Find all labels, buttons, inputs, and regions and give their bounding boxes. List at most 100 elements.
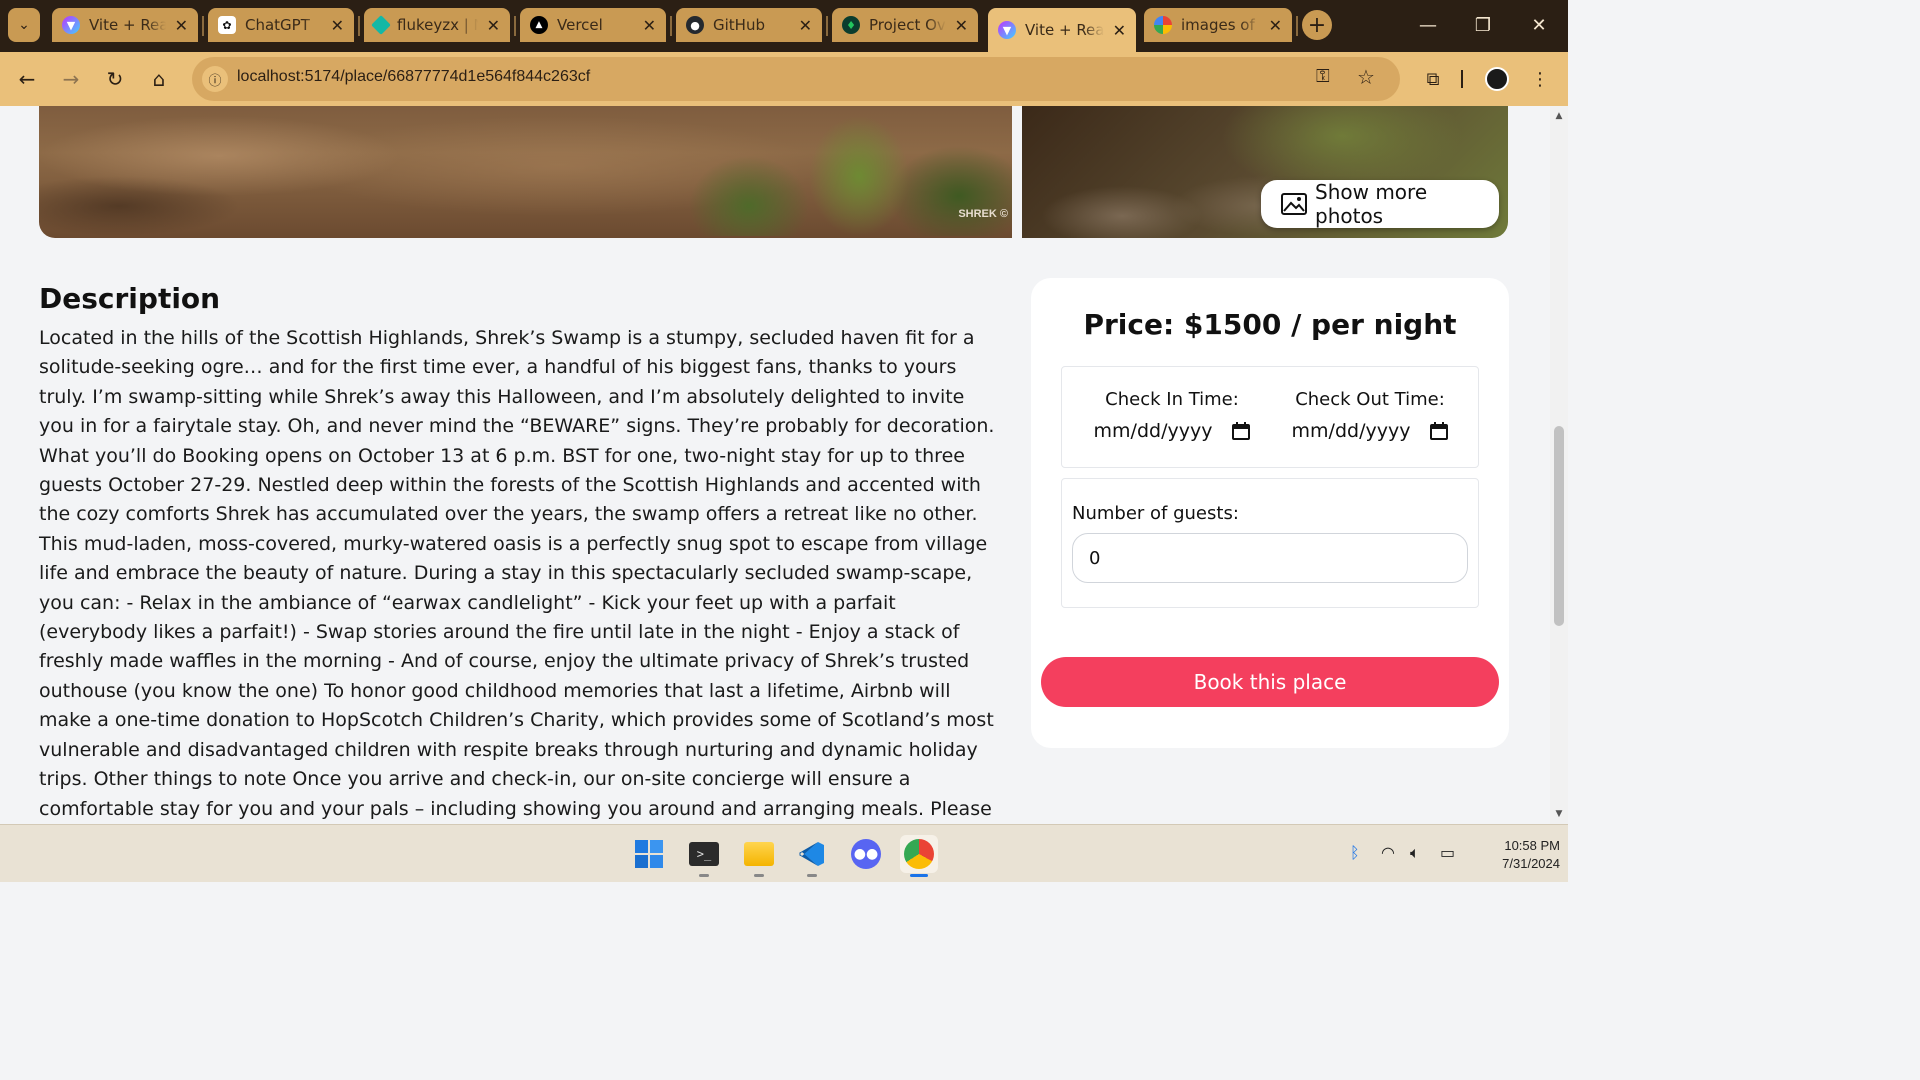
tab-vite-react-1[interactable]: ▼ Vite + React ✕ [52, 8, 198, 42]
google-icon [1154, 16, 1172, 34]
tab-title: Vite + React [89, 16, 166, 34]
tab-title: flukeyzx | N [397, 16, 478, 34]
restore-icon: ❐ [1474, 14, 1492, 36]
site-info-icon[interactable]: ⓘ [202, 66, 228, 92]
chevron-down-icon: ⌄ [18, 17, 30, 33]
tab-separator [202, 16, 204, 36]
folder-icon [744, 842, 774, 866]
clock-time: 10:58 PM [1504, 838, 1560, 853]
bluetooth-icon[interactable]: ᛒ [1350, 843, 1360, 862]
close-icon[interactable]: ✕ [175, 16, 188, 35]
scroll-up-icon[interactable]: ▲ [1550, 108, 1568, 124]
github-icon: ● [686, 16, 704, 34]
tab-chatgpt[interactable]: ✿ ChatGPT ✕ [208, 8, 354, 42]
windows-start-icon [635, 840, 663, 868]
check-in-label: Check In Time: [1105, 389, 1239, 410]
url-text[interactable]: localhost:5174/place/66877774d1e564f844c… [237, 68, 590, 86]
guests-label: Number of guests: [1072, 503, 1239, 524]
guests-input[interactable] [1072, 533, 1468, 583]
tab-project-overview[interactable]: ♦ Project Ov ✕ [832, 8, 978, 42]
reload-button[interactable]: ↻ [98, 62, 132, 96]
back-button[interactable]: ← [10, 62, 44, 96]
price-label: Price: $1500 / per night [1083, 308, 1457, 341]
wifi-icon[interactable]: ◠ [1381, 843, 1395, 862]
page-scrollbar[interactable]: ▲ ▼ [1550, 106, 1568, 824]
check-out-placeholder: mm/dd/yyyy [1291, 420, 1411, 442]
system-clock[interactable]: 10:58 PM 7/31/2024 [1470, 837, 1560, 873]
close-icon[interactable]: ✕ [487, 16, 500, 35]
tab-search-button[interactable]: ⌄ [8, 8, 40, 42]
chrome-icon [904, 839, 934, 869]
show-more-label: Show more photos [1315, 180, 1428, 228]
taskbar-terminal[interactable]: >_ [685, 835, 723, 877]
menu-button[interactable]: ⋮ [1530, 64, 1550, 94]
terminal-icon: >_ [689, 842, 719, 866]
reload-icon: ↻ [106, 67, 124, 91]
start-button[interactable] [630, 835, 668, 873]
scroll-down-icon[interactable]: ▼ [1550, 806, 1568, 822]
browser-tab-strip: ⌄ ▼ Vite + React ✕ ✿ ChatGPT ✕ flukeyzx … [0, 0, 1568, 52]
close-icon[interactable]: ✕ [643, 16, 656, 35]
close-icon[interactable]: ✕ [955, 16, 968, 35]
check-in-field[interactable]: Check In Time: mm/dd/yyyy [1072, 389, 1272, 442]
calendar-icon[interactable] [1232, 422, 1251, 440]
scroll-thumb[interactable] [1554, 426, 1564, 626]
tab-separator [670, 16, 672, 36]
dates-box: Check In Time: mm/dd/yyyy Check Out Time… [1061, 366, 1479, 468]
close-icon[interactable]: ✕ [799, 16, 812, 35]
check-out-input[interactable]: mm/dd/yyyy [1270, 420, 1470, 442]
home-button[interactable]: ⌂ [142, 62, 176, 96]
running-indicator [807, 874, 817, 877]
check-out-label: Check Out Time: [1295, 389, 1445, 410]
taskbar-vscode[interactable] [793, 835, 831, 877]
show-more-photos-button[interactable]: Show more photos [1261, 180, 1499, 228]
book-this-place-button[interactable]: Book this place [1041, 657, 1499, 707]
tab-github[interactable]: ● GitHub ✕ [676, 8, 822, 42]
place-photo-main[interactable]: SHREK © [39, 106, 1012, 238]
taskbar-chrome[interactable] [900, 835, 938, 877]
mongodb-icon: ♦ [842, 16, 860, 34]
extensions-button[interactable]: ⧉ [1420, 64, 1446, 94]
key-icon[interactable]: ⚿ [1316, 66, 1330, 87]
home-icon: ⌂ [152, 67, 166, 91]
tab-title: images of [1181, 16, 1255, 34]
close-window-button[interactable]: ✕ [1519, 10, 1559, 40]
puzzle-icon: ⧉ [1426, 68, 1440, 90]
profile-avatar[interactable] [1484, 64, 1510, 94]
check-out-field[interactable]: Check Out Time: mm/dd/yyyy [1270, 389, 1470, 442]
address-bar[interactable]: ⓘ localhost:5174/place/66877774d1e564f84… [192, 57, 1400, 101]
taskbar-file-explorer[interactable] [740, 835, 778, 877]
arrow-left-icon: ← [18, 67, 36, 91]
tab-vercel[interactable]: ▲ Vercel ✕ [520, 8, 666, 42]
minimize-icon: — [1419, 14, 1437, 36]
forward-button[interactable]: → [54, 62, 88, 96]
tab-images-of[interactable]: images of ✕ [1144, 8, 1292, 42]
chatgpt-icon: ✿ [218, 16, 236, 34]
check-in-input[interactable]: mm/dd/yyyy [1072, 420, 1272, 442]
close-icon[interactable]: ✕ [1113, 21, 1126, 40]
tab-flukeyzx[interactable]: flukeyzx | N ✕ [364, 8, 510, 42]
tab-title: Project Ov [869, 16, 946, 34]
tab-vite-react-active[interactable]: ▼ Vite + React ✕ [988, 8, 1136, 52]
volume-icon[interactable]: 🔈︎ [1410, 843, 1420, 863]
vscode-icon [799, 842, 824, 866]
star-icon[interactable]: ☆ [1357, 65, 1375, 89]
vite-icon: ▼ [998, 21, 1016, 39]
close-icon[interactable]: ✕ [331, 16, 344, 35]
toolbar-divider [1460, 64, 1464, 94]
running-indicator [699, 874, 709, 877]
running-indicator [910, 874, 928, 877]
close-icon[interactable]: ✕ [1269, 16, 1282, 35]
taskbar-discord[interactable]: ●● [847, 835, 885, 873]
restore-button[interactable]: ❐ [1463, 10, 1503, 40]
guests-box: Number of guests: [1061, 478, 1479, 608]
tab-separator [358, 16, 360, 36]
tab-separator [1296, 16, 1298, 36]
minimize-button[interactable]: — [1408, 10, 1448, 40]
new-tab-button[interactable]: + [1302, 10, 1332, 40]
battery-icon[interactable]: ▭ [1440, 843, 1455, 862]
calendar-icon[interactable] [1430, 422, 1449, 440]
vercel-icon: ▲ [530, 16, 548, 34]
diamond-icon [371, 15, 391, 35]
tab-title: Vercel [557, 16, 603, 34]
